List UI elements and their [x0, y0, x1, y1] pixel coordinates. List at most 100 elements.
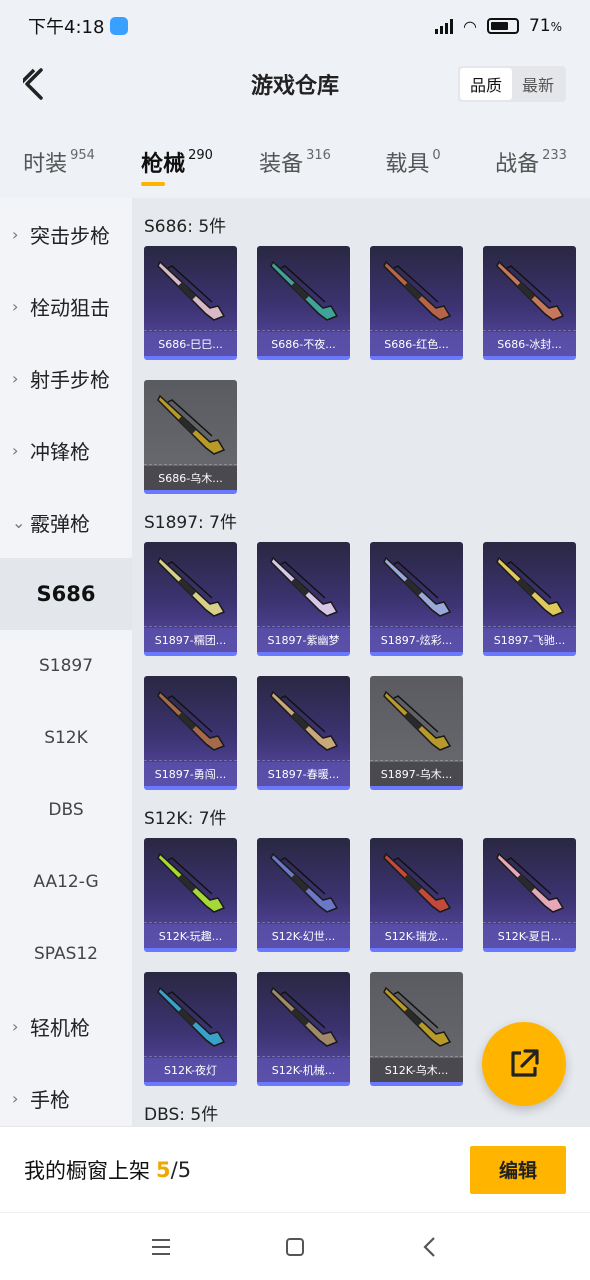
skin-grid: S1897-糯团... S1897-紫幽梦 S1897-炫彩... S1897-飞驰.… [132, 530, 590, 790]
chevron-down-icon: ⌄ [12, 512, 26, 532]
skin-name: S12K-夏日... [483, 924, 576, 948]
skin-card[interactable]: S12K-夜灯 [144, 972, 237, 1086]
shotgun-icon [157, 690, 226, 751]
sidebar-item-spas12[interactable]: SPAS12 [0, 918, 132, 990]
shotgun-icon [270, 986, 339, 1047]
sidebar-item-aa12g[interactable]: AA12-G [0, 846, 132, 918]
shotgun-icon [383, 986, 452, 1047]
skin-card[interactable]: S686-冰封... [483, 246, 576, 360]
skin-card[interactable]: S12K-玩趣... [144, 838, 237, 952]
sidebar-category-smg[interactable]: › 冲锋枪 [0, 414, 132, 486]
skin-name: S12K-瑞龙... [370, 924, 463, 948]
skin-card[interactable]: S12K-夏日... [483, 838, 576, 952]
shotgun-icon [383, 260, 452, 321]
skin-card[interactable]: S686-巳巳... [144, 246, 237, 360]
showcase-count: 5/5 [156, 1157, 192, 1182]
chevron-right-icon: › [12, 296, 19, 316]
shotgun-icon [157, 394, 226, 455]
skin-card[interactable]: S1897-乌木... [370, 676, 463, 790]
skin-card[interactable]: S686-不夜... [257, 246, 350, 360]
sort-latest-button[interactable]: 最新 [512, 68, 564, 100]
sidebar-category-lmg[interactable]: › 轻机枪 [0, 990, 132, 1062]
shotgun-icon [496, 556, 565, 617]
skin-name: S686-红色... [370, 332, 463, 356]
chevron-right-icon: › [12, 368, 19, 388]
tab-firearms[interactable]: 枪械 290 [118, 130, 236, 194]
chevron-right-icon: › [12, 1016, 19, 1036]
status-bar: 下午4:18 ◠ 71% [0, 0, 590, 52]
skin-name: S686-巳巳... [144, 332, 237, 356]
shotgun-icon [496, 260, 565, 321]
skin-card[interactable]: S686-乌木... [144, 380, 237, 494]
skin-card[interactable]: S1897-紫幽梦 [257, 542, 350, 656]
skin-card[interactable]: S1897-糯团... [144, 542, 237, 656]
group-title: S1897: 7件 [144, 513, 238, 533]
skin-name: S686-不夜... [257, 332, 350, 356]
signal-icon [434, 18, 453, 34]
sidebar-item-s12k[interactable]: S12K [0, 702, 132, 774]
system-nav-bar [0, 1212, 590, 1280]
skin-name: S1897-飞驰... [483, 628, 576, 652]
skin-name: S1897-乌木... [370, 762, 463, 786]
home-icon[interactable] [283, 1235, 307, 1259]
shotgun-icon [157, 260, 226, 321]
skin-name: S686-乌木... [144, 466, 237, 490]
sidebar-item-s686[interactable]: S686 [0, 558, 132, 630]
sidebar-category-dmr[interactable]: › 射手步枪 [0, 342, 132, 414]
battery-percent: 71% [528, 16, 562, 36]
skin-name: S1897-勇闯... [144, 762, 237, 786]
shotgun-icon [157, 556, 226, 617]
tab-vehicles[interactable]: 载具 0 [354, 130, 472, 194]
group-title: S686: 5件 [144, 217, 227, 237]
skin-card[interactable]: S1897-春暖... [257, 676, 350, 790]
tab-outfits[interactable]: 时装 954 [0, 130, 118, 194]
shotgun-icon [270, 690, 339, 751]
skin-name: S1897-紫幽梦 [257, 628, 350, 652]
sidebar-item-s1897[interactable]: S1897 [0, 630, 132, 702]
tab-equipment[interactable]: 装备 316 [236, 130, 354, 194]
skin-list: S686: 5件 S686-巳巳... S686-不夜... S686-红色... S6… [132, 198, 590, 1126]
skin-card[interactable]: S1897-勇闯... [144, 676, 237, 790]
chevron-right-icon: › [12, 1088, 19, 1108]
category-tabs: 时装 954 枪械 290 装备 316 载具 0 战备 233 [0, 130, 590, 194]
edit-button[interactable]: 编辑 [470, 1145, 566, 1194]
shotgun-icon [383, 690, 452, 751]
sidebar-item-dbs[interactable]: DBS [0, 774, 132, 846]
shotgun-icon [383, 556, 452, 617]
skin-card[interactable]: S12K-机械... [257, 972, 350, 1086]
group-title: S12K: 7件 [144, 809, 227, 829]
sort-quality-button[interactable]: 品质 [460, 68, 512, 100]
menu-icon[interactable] [149, 1235, 173, 1259]
battery-icon [486, 18, 519, 34]
app-notification-icon [110, 17, 129, 35]
skin-name: S1897-炫彩... [370, 628, 463, 652]
tab-gear[interactable]: 战备 233 [472, 130, 590, 194]
shotgun-icon [270, 260, 339, 321]
skin-card[interactable]: S1897-飞驰... [483, 542, 576, 656]
page-title: 游戏仓库 [250, 74, 339, 99]
header: 游戏仓库 品质 最新 [0, 52, 590, 116]
skin-card[interactable]: S12K-幻世... [257, 838, 350, 952]
skin-name: S1897-春暖... [257, 762, 350, 786]
shotgun-icon [270, 556, 339, 617]
showcase-label: 我的橱窗上架 [24, 1158, 150, 1183]
skin-grid: S686-巳巳... S686-不夜... S686-红色... S686-冰封...… [132, 234, 590, 494]
sidebar-category-assault-rifle[interactable]: › 突击步枪 [0, 198, 132, 270]
skin-name: S12K-机械... [257, 1058, 350, 1082]
skin-name: S12K-夜灯 [144, 1058, 237, 1082]
back-icon[interactable] [417, 1235, 441, 1259]
skin-card[interactable]: S12K-乌木... [370, 972, 463, 1086]
share-fab[interactable] [482, 1022, 566, 1106]
status-time: 下午4:18 [28, 17, 105, 38]
sidebar-category-bolt-sniper[interactable]: › 栓动狙击 [0, 270, 132, 342]
skin-card[interactable]: S1897-炫彩... [370, 542, 463, 656]
skin-card[interactable]: S686-红色... [370, 246, 463, 360]
back-arrow-icon [23, 68, 43, 100]
shotgun-icon [383, 852, 452, 913]
shotgun-icon [157, 986, 226, 1047]
sidebar-category-shotgun[interactable]: ⌄ 霰弹枪 [0, 486, 132, 558]
chevron-right-icon: › [12, 224, 19, 244]
back-button[interactable] [14, 64, 54, 104]
skin-card[interactable]: S12K-瑞龙... [370, 838, 463, 952]
sidebar-category-pistol[interactable]: › 手枪 [0, 1062, 132, 1134]
